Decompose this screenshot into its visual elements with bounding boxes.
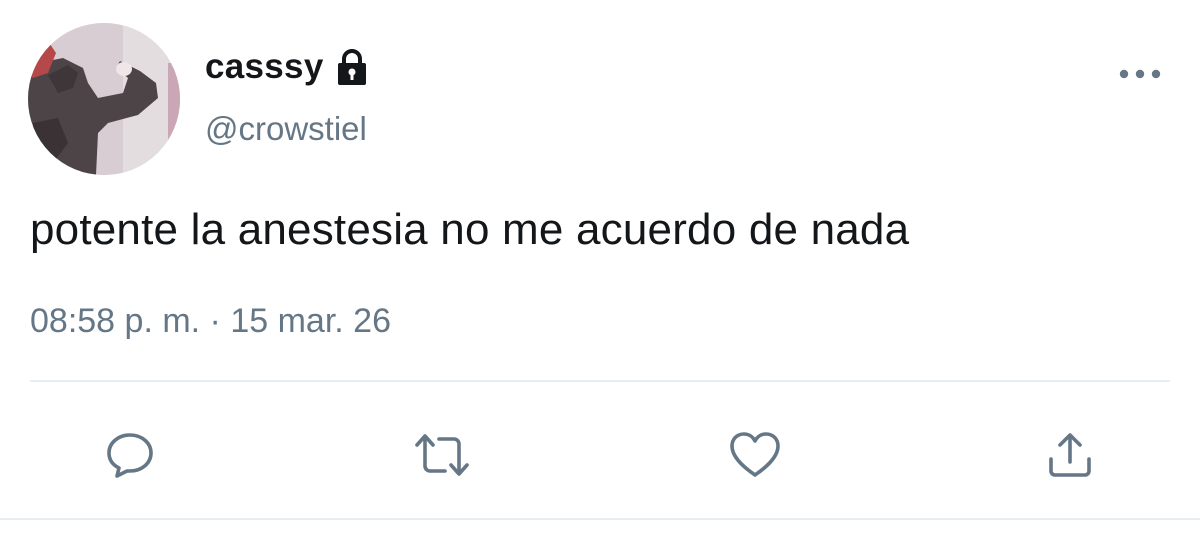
tweet-card: casssy @crowstiel potente la anestesia n… bbox=[0, 0, 1200, 539]
tweet-date[interactable]: 15 mar. 26 bbox=[230, 302, 391, 340]
share-icon bbox=[1049, 433, 1091, 477]
share-button[interactable] bbox=[1040, 425, 1100, 485]
user-handle[interactable]: @crowstiel bbox=[205, 110, 367, 148]
display-name[interactable]: casssy bbox=[205, 47, 324, 87]
lock-icon bbox=[332, 47, 372, 87]
timestamp-row: 08:58 p. m. · 15 mar. 26 bbox=[30, 302, 391, 341]
retweet-button[interactable] bbox=[412, 425, 472, 485]
reply-icon bbox=[107, 433, 153, 478]
like-button[interactable] bbox=[725, 425, 785, 485]
avatar[interactable] bbox=[28, 23, 180, 175]
timestamp-separator: · bbox=[200, 302, 231, 340]
divider bbox=[30, 380, 1170, 382]
tweet-time[interactable]: 08:58 p. m. bbox=[30, 302, 200, 340]
bottom-divider bbox=[0, 518, 1200, 520]
display-name-row: casssy bbox=[205, 43, 372, 91]
avatar-image bbox=[28, 23, 180, 175]
reply-button[interactable] bbox=[100, 425, 160, 485]
retweet-icon bbox=[415, 434, 469, 476]
action-bar bbox=[0, 415, 1200, 495]
heart-icon bbox=[730, 432, 780, 477]
more-horizontal-icon[interactable] bbox=[1118, 64, 1162, 84]
tweet-text: potente la anestesia no me acuerdo de na… bbox=[30, 205, 910, 254]
